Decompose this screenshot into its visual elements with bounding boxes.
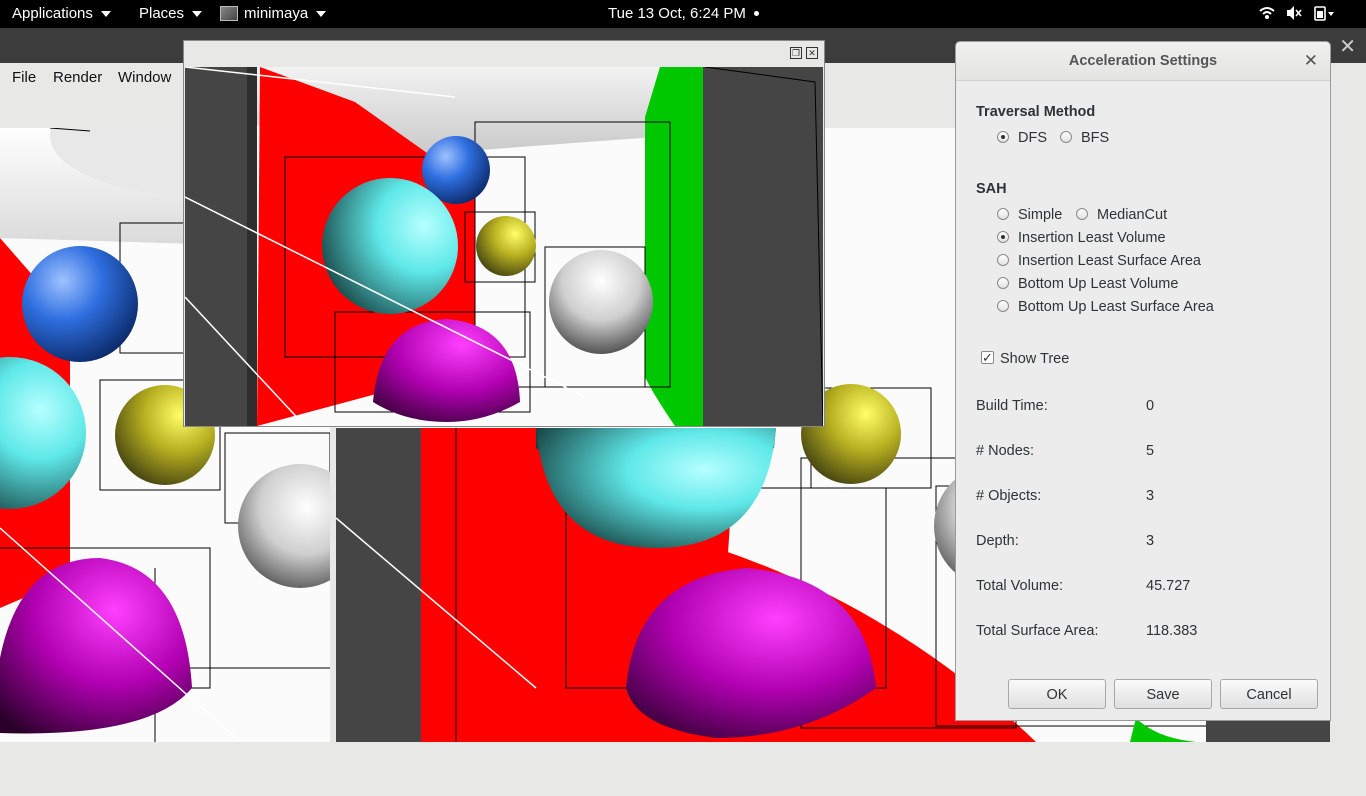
preview-titlebar[interactable]: ❐ ✕ bbox=[184, 41, 824, 67]
radio-bfs-label[interactable]: BFS bbox=[1081, 130, 1109, 146]
places-label: Places bbox=[139, 5, 185, 22]
stat-value: 0 bbox=[1146, 398, 1155, 414]
stat-value: 3 bbox=[1146, 533, 1155, 549]
radio-insertion-least-volume[interactable] bbox=[997, 231, 1009, 243]
chevron-down-icon bbox=[100, 10, 111, 17]
traversal-heading: Traversal Method bbox=[976, 104, 1096, 120]
radio-simple-label[interactable]: Simple bbox=[1018, 207, 1062, 223]
applications-menu[interactable]: Applications bbox=[12, 5, 111, 22]
radio-bottom-up-least-volume-label[interactable]: Bottom Up Least Volume bbox=[1018, 276, 1178, 292]
close-icon[interactable]: ✕ bbox=[806, 47, 818, 59]
chevron-down-icon bbox=[192, 10, 203, 17]
menu-window[interactable]: Window bbox=[118, 69, 171, 86]
status-strip bbox=[0, 770, 1366, 796]
dialog-title: Acceleration Settings bbox=[1068, 53, 1218, 69]
radio-insertion-least-surface-area-label[interactable]: Insertion Least Surface Area bbox=[1018, 253, 1201, 269]
stat-value: 118.383 bbox=[1146, 623, 1198, 639]
app-name-label: minimaya bbox=[244, 5, 309, 22]
stat-label: Total Surface Area: bbox=[976, 623, 1099, 639]
stat-value: 3 bbox=[1146, 488, 1155, 504]
close-icon[interactable]: ✕ bbox=[1304, 51, 1318, 71]
stat-label: Depth: bbox=[976, 533, 1019, 549]
volume-muted-icon[interactable] bbox=[1285, 4, 1303, 22]
stat-label: # Nodes: bbox=[976, 443, 1035, 459]
dialog-titlebar[interactable]: Acceleration Settings ✕ bbox=[956, 42, 1330, 81]
applications-label: Applications bbox=[12, 5, 93, 22]
radio-insertion-least-volume-label[interactable]: Insertion Least Volume bbox=[1018, 230, 1166, 246]
app-menu[interactable]: minimaya bbox=[220, 5, 327, 22]
radio-dfs[interactable] bbox=[997, 131, 1009, 143]
clock[interactable]: Tue 13 Oct, 6:24 PM bbox=[608, 5, 759, 22]
preview-viewport[interactable] bbox=[185, 67, 823, 426]
menu-file[interactable]: File bbox=[12, 69, 36, 86]
places-menu[interactable]: Places bbox=[139, 5, 203, 22]
radio-mediancut-label[interactable]: MedianCut bbox=[1097, 207, 1167, 223]
show-tree-checkbox[interactable]: ✓ bbox=[981, 351, 994, 364]
stat-value: 5 bbox=[1146, 443, 1155, 459]
stat-label: Build Time: bbox=[976, 398, 1048, 414]
radio-bfs[interactable] bbox=[1060, 131, 1072, 143]
save-button[interactable]: Save bbox=[1114, 679, 1212, 709]
radio-simple[interactable] bbox=[997, 208, 1009, 220]
radio-bottom-up-least-volume[interactable] bbox=[997, 277, 1009, 289]
show-tree-label[interactable]: Show Tree bbox=[1000, 351, 1069, 367]
stat-label: Total Volume: bbox=[976, 578, 1064, 594]
preview-window: ❐ ✕ bbox=[183, 40, 825, 427]
stat-value: 45.727 bbox=[1146, 578, 1191, 594]
clock-label: Tue 13 Oct, 6:24 PM bbox=[608, 5, 746, 22]
wifi-icon[interactable] bbox=[1258, 4, 1276, 22]
chevron-down-icon bbox=[316, 10, 327, 17]
app-window-icon bbox=[220, 6, 238, 21]
stat-label: # Objects: bbox=[976, 488, 1042, 504]
ok-button[interactable]: OK bbox=[1008, 679, 1106, 709]
restore-icon[interactable]: ❐ bbox=[790, 47, 802, 59]
top-panel: Applications Places minimaya Tue 13 Oct,… bbox=[0, 0, 1366, 28]
radio-bottom-up-least-surface-area[interactable] bbox=[997, 300, 1009, 312]
radio-mediancut[interactable] bbox=[1076, 208, 1088, 220]
radio-insertion-least-surface-area[interactable] bbox=[997, 254, 1009, 266]
cancel-button[interactable]: Cancel bbox=[1220, 679, 1318, 709]
menu-render[interactable]: Render bbox=[53, 69, 102, 86]
radio-dfs-label[interactable]: DFS bbox=[1018, 130, 1047, 146]
notification-dot-icon bbox=[753, 11, 759, 16]
system-menu-icon[interactable] bbox=[1313, 4, 1335, 22]
acceleration-settings-dialog: Acceleration Settings ✕ Traversal Method… bbox=[955, 41, 1331, 721]
close-icon[interactable]: ✕ bbox=[1339, 34, 1356, 59]
sah-heading: SAH bbox=[976, 181, 1007, 197]
radio-bottom-up-least-surface-area-label[interactable]: Bottom Up Least Surface Area bbox=[1018, 299, 1214, 315]
